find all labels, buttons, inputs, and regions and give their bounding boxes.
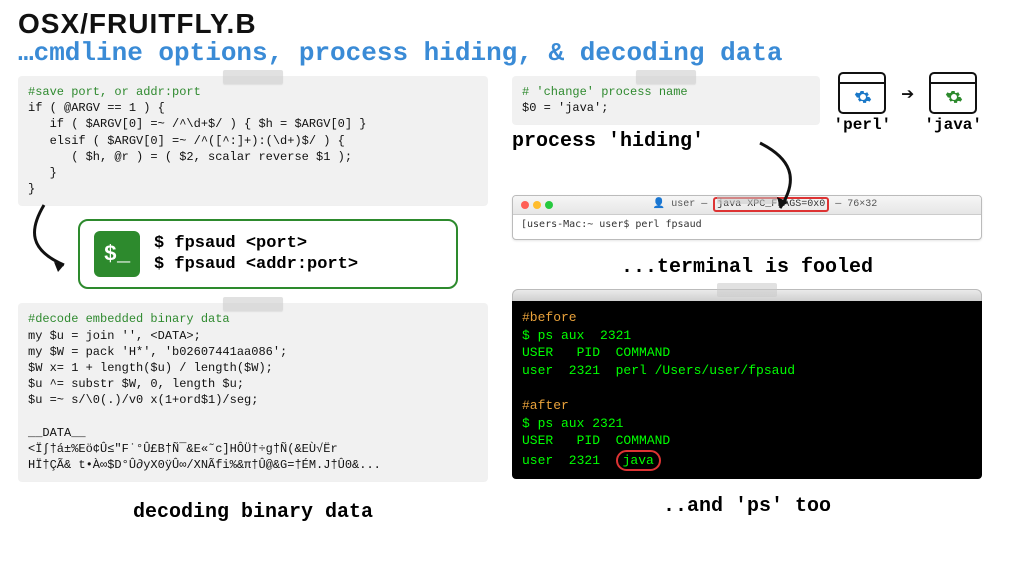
command-usage-box: $_ $ fpsaud <port> $ fpsaud <addr:port> [78, 219, 458, 289]
terminal-body: [users-Mac:~ user$ perl fpsaud [513, 215, 981, 239]
proc-comment: # 'change' process name [522, 85, 688, 99]
page-subtitle: …cmdline options, process hiding, & deco… [18, 38, 1006, 68]
terminal-titlebar: 👤 user — java XPC_FLAGS=0x0 — 76×32 [513, 196, 981, 215]
gear-icon [945, 88, 963, 106]
usage-line-1: $ fpsaud <port> [154, 233, 358, 254]
decode-comment: #decode embedded binary data [28, 312, 230, 326]
max-dot-icon [545, 201, 553, 209]
save-comment: #save port, or addr:port [28, 85, 201, 99]
decode-code: my $u = join '', <DATA>; my $W = pack 'H… [28, 329, 381, 473]
ps-before-line3: user 2321 perl /Users/user/fpsaud [522, 363, 795, 378]
min-dot-icon [533, 201, 541, 209]
perl-label: 'perl' [834, 116, 892, 134]
terminal-icon: $_ [94, 231, 140, 277]
ps-after-line2: USER PID COMMAND [522, 433, 670, 448]
ps-after-heading: #after [522, 398, 569, 413]
proc-code: $0 = 'java'; [522, 101, 608, 115]
term-title-left: user — [671, 199, 707, 210]
java-label: 'java' [924, 116, 982, 134]
decode-caption: decoding binary data [18, 501, 488, 524]
term-title-right: — 76×32 [835, 199, 877, 210]
arrow-right-icon: ➔ [901, 82, 914, 108]
process-hiding-label: process 'hiding' [512, 130, 820, 153]
java-app-icon [929, 72, 977, 114]
terminal-window: 👤 user — java XPC_FLAGS=0x0 — 76×32 [use… [512, 195, 982, 240]
process-icons: 'perl' ➔ 'java' [834, 72, 982, 134]
save-port-code-panel: #save port, or addr:port if ( @ARGV == 1… [18, 76, 488, 205]
perl-app-icon [838, 72, 886, 114]
save-code: if ( @ARGV == 1 ) { if ( $ARGV[0] =~ /^\… [28, 101, 366, 196]
ps-after-line1: $ ps aux 2321 [522, 416, 623, 431]
term-title-highlight: java XPC_FLAGS=0x0 [713, 197, 829, 212]
ps-output-panel: #before $ ps aux 2321 USER PID COMMAND u… [512, 289, 982, 479]
ps-java-highlight: java [616, 450, 661, 472]
usage-line-2: $ fpsaud <addr:port> [154, 254, 358, 275]
decode-code-panel: #decode embedded binary data my $u = joi… [18, 303, 488, 481]
page-title: OSX/FRUITFLY.B [18, 8, 1006, 40]
ps-before-line1: $ ps aux 2321 [522, 328, 631, 343]
ps-caption: ..and 'ps' too [512, 495, 982, 518]
ps-after-line3a: user 2321 [522, 453, 616, 468]
close-dot-icon [521, 201, 529, 209]
proc-rename-panel: # 'change' process name $0 = 'java'; [512, 76, 820, 124]
gear-icon [854, 88, 872, 106]
terminal-caption: ...terminal is fooled [512, 256, 982, 279]
ps-before-line2: USER PID COMMAND [522, 345, 670, 360]
ps-before-heading: #before [522, 310, 577, 325]
